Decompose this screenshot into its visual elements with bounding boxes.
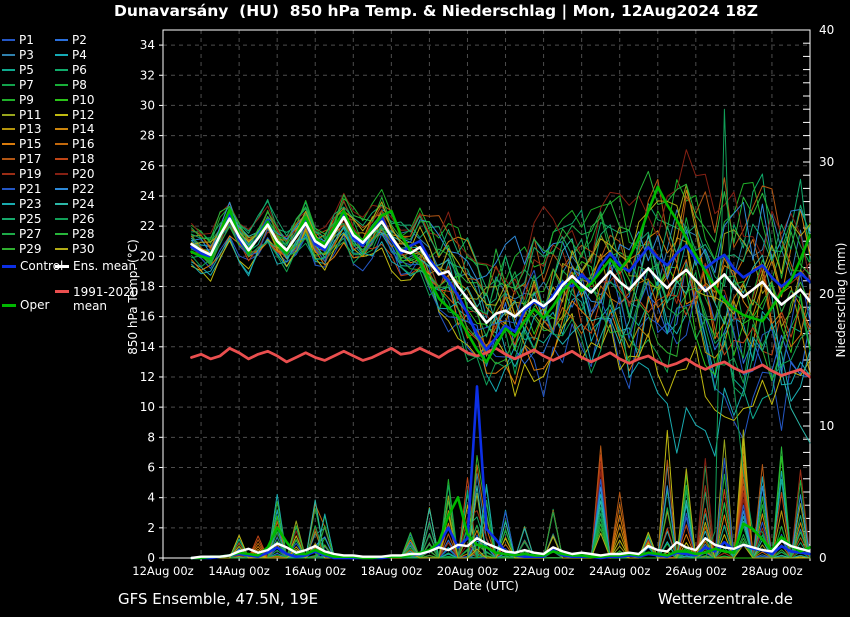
date-tick-label: 22Aug 00z (513, 564, 574, 578)
temp-tick-label: 22 (140, 219, 155, 233)
temp-tick-label: 34 (140, 38, 155, 52)
precip-tick-label: 30 (819, 155, 834, 169)
meteogram-page: Dunavarsány (HU) 850 hPa Temp. & Nieders… (0, 0, 850, 620)
date-tick-label: 20Aug 00z (437, 564, 498, 578)
date-tick-label: 24Aug 00z (589, 564, 650, 578)
temp-tick-label: 32 (140, 68, 155, 82)
temp-tick-label: 28 (140, 129, 155, 143)
footer-site-name: Wetterzentrale.de (658, 590, 793, 608)
temp-tick-label: 16 (140, 310, 155, 324)
member-temp-line-p14 (192, 190, 811, 324)
temp-tick-label: 8 (147, 430, 155, 444)
date-tick-label: 16Aug 00z (285, 564, 346, 578)
date-tick-label: 26Aug 00z (665, 564, 726, 578)
precip-tick-label: 40 (819, 23, 834, 37)
temp-tick-label: 26 (140, 159, 155, 173)
temp-tick-label: 0 (147, 551, 155, 565)
temp-tick-label: 6 (147, 460, 155, 474)
precip-tick-label: 10 (819, 419, 834, 433)
temp-tick-label: 2 (147, 521, 155, 535)
temp-tick-label: 20 (140, 249, 155, 263)
temp-tick-label: 24 (140, 189, 155, 203)
precip-tick-label: 0 (819, 551, 827, 565)
temp-axis-label: 850 hPa Temp. (°C) (126, 147, 140, 447)
date-tick-label: 18Aug 00z (361, 564, 422, 578)
temp-tick-label: 14 (140, 340, 155, 354)
temp-tick-label: 30 (140, 98, 155, 112)
precip-tick-label: 20 (819, 287, 834, 301)
date-axis-label: Date (UTC) (386, 579, 586, 593)
temp-tick-label: 10 (140, 400, 155, 414)
temp-tick-label: 12 (140, 370, 155, 384)
footer-model-location: GFS Ensemble, 47.5N, 19E (118, 590, 318, 608)
date-tick-label: 28Aug 00z (741, 564, 802, 578)
temp-tick-label: 18 (140, 279, 155, 293)
member-temp-line-p12 (192, 229, 811, 421)
temp-tick-label: 4 (147, 491, 155, 505)
date-tick-label: 12Aug 00z (132, 564, 193, 578)
precip-axis-label: Niederschlag (mm) (834, 150, 848, 450)
date-tick-label: 14Aug 00z (208, 564, 269, 578)
